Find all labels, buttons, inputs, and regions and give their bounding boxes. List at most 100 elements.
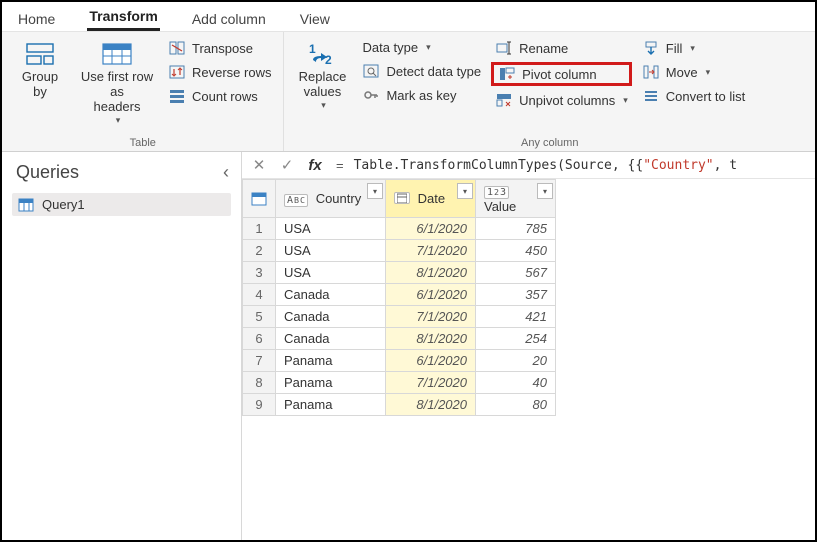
cell-date[interactable]: 6/1/2020 <box>386 218 476 240</box>
cell-value[interactable]: 357 <box>476 284 556 306</box>
tab-add-column[interactable]: Add column <box>190 9 268 31</box>
equals-sign: = <box>332 158 348 173</box>
fx-button[interactable]: fx <box>304 157 326 174</box>
fill-button[interactable]: Fill ▾ <box>638 38 749 58</box>
table-row[interactable]: 4Canada6/1/2020357 <box>243 284 556 306</box>
table-row[interactable]: 9Panama8/1/202080 <box>243 394 556 416</box>
table-row[interactable]: 5Canada7/1/2020421 <box>243 306 556 328</box>
convert-to-list-label: Convert to list <box>666 89 745 104</box>
cell-date[interactable]: 8/1/2020 <box>386 262 476 284</box>
group-by-button[interactable]: Group by <box>10 38 70 135</box>
ribbon-tabs: Home Transform Add column View <box>2 2 815 32</box>
formula-part: Table.TransformColumnTypes(Source, {{ <box>354 158 644 173</box>
column-header-value[interactable]: 123 Value ▾ <box>476 180 556 218</box>
data-grid[interactable]: ABC Country ▾ Date ▾ 123 Value ▾ <box>242 179 815 416</box>
cancel-formula-button[interactable]: ✕ <box>248 156 270 174</box>
detect-data-type-label: Detect data type <box>386 64 481 79</box>
table-row[interactable]: 2USA7/1/2020450 <box>243 240 556 262</box>
unpivot-columns-icon <box>495 92 513 108</box>
cell-country[interactable]: USA <box>276 240 386 262</box>
cell-country[interactable]: Canada <box>276 306 386 328</box>
column-header-date[interactable]: Date ▾ <box>386 180 476 218</box>
formula-string: "Country" <box>643 158 713 173</box>
group-label-table: Table <box>10 135 275 149</box>
row-number[interactable]: 1 <box>243 218 276 240</box>
collapse-pane-button[interactable]: ‹ <box>223 162 229 183</box>
cell-date[interactable]: 8/1/2020 <box>386 394 476 416</box>
tab-home[interactable]: Home <box>16 9 57 31</box>
ribbon-group-any-column: 12 Replace values ▾ Data type ▾ Detect d… <box>284 32 815 151</box>
cell-date[interactable]: 7/1/2020 <box>386 372 476 394</box>
row-number[interactable]: 2 <box>243 240 276 262</box>
cell-country[interactable]: Panama <box>276 394 386 416</box>
row-number[interactable]: 4 <box>243 284 276 306</box>
table-row[interactable]: 3USA8/1/2020567 <box>243 262 556 284</box>
column-filter-button[interactable]: ▾ <box>457 183 473 199</box>
cell-country[interactable]: Canada <box>276 328 386 350</box>
cell-country[interactable]: Panama <box>276 350 386 372</box>
reverse-rows-button[interactable]: Reverse rows <box>164 62 275 82</box>
row-number[interactable]: 9 <box>243 394 276 416</box>
row-number[interactable]: 6 <box>243 328 276 350</box>
data-type-button[interactable]: Data type ▾ <box>358 38 485 57</box>
cell-value[interactable]: 40 <box>476 372 556 394</box>
content: ✕ ✓ fx = Table.TransformColumnTypes(Sour… <box>242 152 815 540</box>
cell-date[interactable]: 6/1/2020 <box>386 350 476 372</box>
table-row[interactable]: 7Panama6/1/202020 <box>243 350 556 372</box>
table-corner-button[interactable] <box>243 180 276 218</box>
transpose-button[interactable]: Transpose <box>164 38 275 58</box>
cell-date[interactable]: 7/1/2020 <box>386 240 476 262</box>
cell-value[interactable]: 254 <box>476 328 556 350</box>
chevron-down-icon: ▾ <box>321 100 326 110</box>
cell-country[interactable]: USA <box>276 262 386 284</box>
first-row-headers-button[interactable]: Use first row as headers ▾ <box>76 38 158 135</box>
cell-country[interactable]: Canada <box>276 284 386 306</box>
move-label: Move <box>666 65 698 80</box>
tab-view[interactable]: View <box>298 9 332 31</box>
row-number[interactable]: 5 <box>243 306 276 328</box>
accept-formula-button[interactable]: ✓ <box>276 156 298 174</box>
reverse-rows-label: Reverse rows <box>192 65 271 80</box>
formula-input[interactable]: Table.TransformColumnTypes(Source, {{"Co… <box>354 158 738 173</box>
table-row[interactable]: 6Canada8/1/2020254 <box>243 328 556 350</box>
cell-country[interactable]: USA <box>276 218 386 240</box>
rename-icon <box>495 40 513 56</box>
column-header-country[interactable]: ABC Country ▾ <box>276 180 386 218</box>
detect-data-type-button[interactable]: Detect data type <box>358 61 485 81</box>
text-type-icon: ABC <box>284 194 308 207</box>
pivot-column-button[interactable]: Pivot column <box>491 62 632 86</box>
cell-country[interactable]: Panama <box>276 372 386 394</box>
count-rows-button[interactable]: Count rows <box>164 86 275 106</box>
table-row[interactable]: 8Panama7/1/202040 <box>243 372 556 394</box>
query-item[interactable]: Query1 <box>12 193 231 216</box>
reverse-rows-icon <box>168 64 186 80</box>
cell-value[interactable]: 80 <box>476 394 556 416</box>
cell-value[interactable]: 785 <box>476 218 556 240</box>
chevron-down-icon: ▾ <box>116 115 121 125</box>
replace-values-icon: 12 <box>306 40 338 68</box>
convert-to-list-button[interactable]: Convert to list <box>638 86 749 106</box>
date-type-icon <box>394 192 410 204</box>
unpivot-columns-button[interactable]: Unpivot columns ▾ <box>491 90 632 110</box>
cell-value[interactable]: 450 <box>476 240 556 262</box>
formula-part: , t <box>714 158 737 173</box>
row-number[interactable]: 8 <box>243 372 276 394</box>
cell-date[interactable]: 7/1/2020 <box>386 306 476 328</box>
cell-date[interactable]: 6/1/2020 <box>386 284 476 306</box>
cell-value[interactable]: 421 <box>476 306 556 328</box>
cell-value[interactable]: 20 <box>476 350 556 372</box>
rename-button[interactable]: Rename <box>491 38 632 58</box>
replace-values-button[interactable]: 12 Replace values ▾ <box>292 38 352 135</box>
cell-value[interactable]: 567 <box>476 262 556 284</box>
column-filter-button[interactable]: ▾ <box>537 183 553 199</box>
cell-date[interactable]: 8/1/2020 <box>386 328 476 350</box>
row-number[interactable]: 7 <box>243 350 276 372</box>
table-row[interactable]: 1USA6/1/2020785 <box>243 218 556 240</box>
row-number[interactable]: 3 <box>243 262 276 284</box>
move-button[interactable]: Move ▾ <box>638 62 749 82</box>
count-rows-icon <box>168 88 186 104</box>
mark-as-key-button[interactable]: Mark as key <box>358 85 485 105</box>
group-label-any-column: Any column <box>292 135 807 149</box>
column-filter-button[interactable]: ▾ <box>367 183 383 199</box>
tab-transform[interactable]: Transform <box>87 6 159 31</box>
